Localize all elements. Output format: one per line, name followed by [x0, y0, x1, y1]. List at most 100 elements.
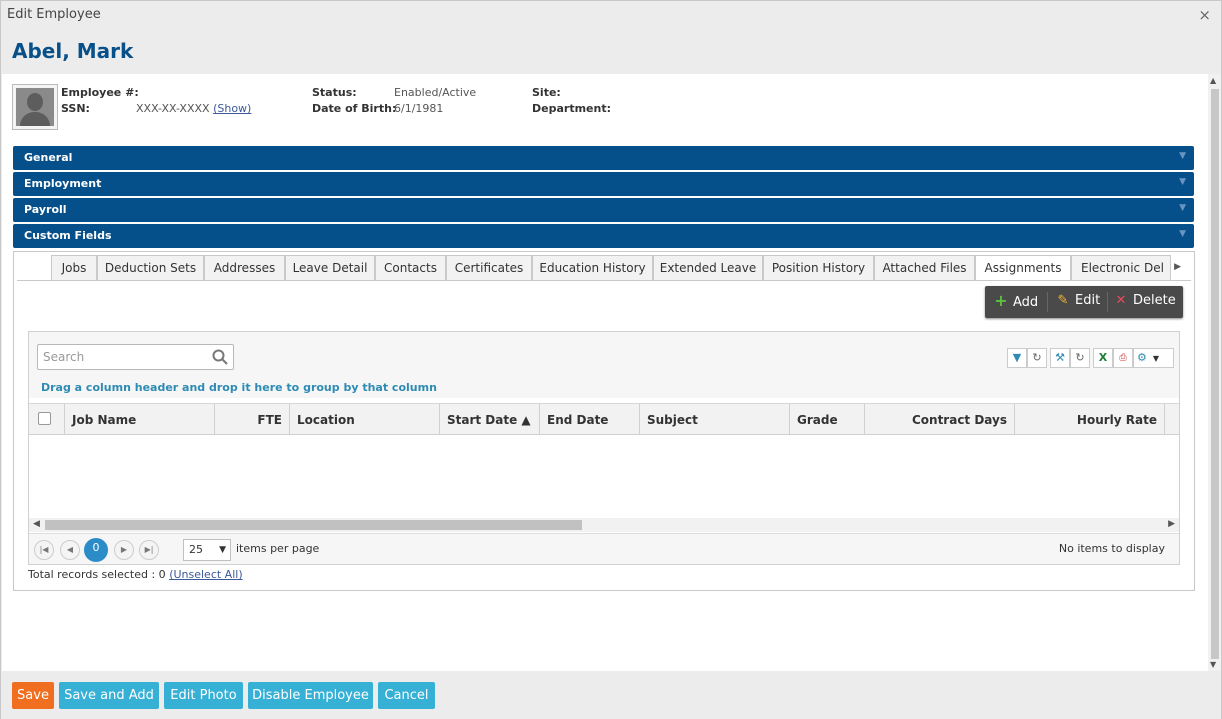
- ssn-label: SSN:: [61, 102, 90, 115]
- tab-extended-leave[interactable]: Extended Leave: [653, 255, 763, 281]
- tab-assignments[interactable]: Assignments: [975, 255, 1071, 281]
- tab-strip: Jobs Deduction Sets Addresses Leave Deta…: [51, 255, 1171, 281]
- tab-position-history[interactable]: Position History: [763, 255, 874, 281]
- grid-horizontal-scrollbar[interactable]: ◀ ▶: [29, 518, 1179, 532]
- section-payroll[interactable]: Payroll ▼: [13, 198, 1194, 222]
- tab-scroll-right-icon[interactable]: ▶: [1174, 262, 1181, 272]
- settings-gear-icon[interactable]: ⚙ ▼: [1133, 348, 1174, 368]
- scroll-down-icon[interactable]: ▼: [1210, 660, 1216, 669]
- cancel-button[interactable]: Cancel: [378, 682, 435, 709]
- column-contract-days[interactable]: Contract Days: [865, 404, 1015, 434]
- ssn-show-link[interactable]: (Show): [213, 102, 251, 115]
- tab-contacts[interactable]: Contacts: [375, 255, 446, 281]
- tab-leave-detail[interactable]: Leave Detail: [285, 255, 375, 281]
- close-icon[interactable]: ×: [1198, 6, 1211, 24]
- previous-page-icon[interactable]: ◀: [60, 540, 80, 560]
- tab-panel: Jobs Deduction Sets Addresses Leave Deta…: [13, 251, 1195, 591]
- edit-photo-button[interactable]: Edit Photo: [164, 682, 243, 709]
- section-general[interactable]: General ▼: [13, 146, 1194, 170]
- column-fte[interactable]: FTE: [215, 404, 290, 434]
- grid-toolbar: Drag a column header and drop it here to…: [29, 332, 1179, 398]
- records-selected-label: Total records selected : 0: [28, 568, 166, 581]
- search-input[interactable]: [38, 345, 208, 369]
- save-button[interactable]: Save: [12, 682, 54, 709]
- section-label: General: [24, 151, 73, 164]
- filter-icon[interactable]: ▼: [1007, 348, 1027, 368]
- assignments-tab-content: + Add ✎ Edit ✕ Delete Search Drag a colu…: [17, 280, 1191, 587]
- select-all-checkbox[interactable]: [38, 412, 51, 425]
- chevron-down-icon: ▼: [1179, 151, 1186, 161]
- pdf-export-icon[interactable]: ⎙: [1113, 348, 1133, 368]
- chevron-down-icon: ▼: [1152, 354, 1160, 363]
- select-all-cell: [29, 404, 65, 434]
- page-size-value: 25: [189, 543, 203, 556]
- dialog-titlebar: Edit Employee ×: [1, 1, 1221, 29]
- tab-education-history[interactable]: Education History: [532, 255, 653, 281]
- chevron-down-icon: ▼: [1179, 229, 1186, 239]
- column-hourly-rate[interactable]: Hourly Rate: [1015, 404, 1165, 434]
- first-page-icon[interactable]: |◀: [34, 540, 54, 560]
- section-label: Employment: [24, 177, 102, 190]
- disable-employee-button[interactable]: Disable Employee: [248, 682, 373, 709]
- tab-attached-files[interactable]: Attached Files: [874, 255, 975, 281]
- reset-layout-icon[interactable]: ↻: [1070, 348, 1090, 368]
- search-box: [37, 344, 234, 370]
- section-label: Payroll: [24, 203, 67, 216]
- dob-label: Date of Birth:: [312, 102, 397, 115]
- save-and-add-button[interactable]: Save and Add: [59, 682, 159, 709]
- group-by-hint: Drag a column header and drop it here to…: [41, 381, 437, 394]
- employee-info: Employee #: SSN: XXX-XX-XXXX (Show) Stat…: [2, 74, 702, 134]
- dialog-footer: Save Save and Add Edit Photo Disable Emp…: [1, 671, 1221, 719]
- grid-pager: |◀ ◀ 0 ▶ ▶| 25 ▼ items per page No items…: [29, 533, 1179, 564]
- scrollbar-thumb[interactable]: [1211, 89, 1219, 659]
- employee-name: Abel, Mark: [12, 39, 134, 63]
- edit-label: Edit: [1075, 293, 1101, 308]
- grid-header-row: Job Name FTE Location Start Date ▲ End D…: [29, 403, 1179, 435]
- tab-jobs[interactable]: Jobs: [51, 255, 97, 281]
- last-page-icon[interactable]: ▶|: [139, 540, 159, 560]
- scrollbar-thumb[interactable]: [45, 520, 582, 530]
- dob-value: 6/1/1981: [394, 102, 444, 115]
- add-button[interactable]: + Add: [993, 286, 1038, 318]
- section-custom-fields[interactable]: Custom Fields ▼: [13, 224, 1194, 248]
- scroll-up-icon[interactable]: ▲: [1210, 76, 1216, 85]
- delete-label: Delete: [1133, 293, 1176, 308]
- scroll-left-icon[interactable]: ◀: [33, 519, 40, 529]
- ssn-masked: XXX-XX-XXXX: [136, 102, 210, 115]
- unselect-all-link[interactable]: (Unselect All): [169, 568, 242, 581]
- status-label: Status:: [312, 86, 357, 99]
- current-page[interactable]: 0: [84, 538, 108, 562]
- records-selected: Total records selected : 0 (Unselect All…: [28, 568, 243, 581]
- chevron-down-icon: ▼: [1179, 203, 1186, 213]
- pencil-icon: ✎: [1057, 293, 1069, 308]
- chevron-down-icon: ▼: [219, 545, 226, 555]
- delete-button[interactable]: ✕ Delete: [1113, 286, 1176, 318]
- dialog-vertical-scrollbar[interactable]: ▲ ▼: [1208, 74, 1221, 671]
- column-subject[interactable]: Subject: [640, 404, 790, 434]
- column-location[interactable]: Location: [290, 404, 440, 434]
- grid-tool-icons: ▼ ↻ ⚒ ↻ X ⎙ ⚙ ▼: [1007, 348, 1174, 368]
- next-page-icon[interactable]: ▶: [114, 540, 134, 560]
- tab-electronic-delivery[interactable]: Electronic Del: [1071, 255, 1171, 281]
- assignments-grid: Drag a column header and drop it here to…: [28, 331, 1180, 565]
- excel-export-icon[interactable]: X: [1093, 348, 1113, 368]
- employee-number-label: Employee #:: [61, 86, 139, 99]
- scroll-right-icon[interactable]: ▶: [1168, 519, 1175, 529]
- refresh-filter-icon[interactable]: ↻: [1027, 348, 1047, 368]
- tab-certificates[interactable]: Certificates: [446, 255, 532, 281]
- column-start-date[interactable]: Start Date ▲: [440, 404, 540, 434]
- section-employment[interactable]: Employment ▼: [13, 172, 1194, 196]
- column-end-date[interactable]: End Date: [540, 404, 640, 434]
- page-size-select[interactable]: 25 ▼: [183, 539, 231, 561]
- department-label: Department:: [532, 102, 611, 115]
- tab-deduction-sets[interactable]: Deduction Sets: [97, 255, 204, 281]
- search-icon[interactable]: [211, 348, 229, 366]
- dialog-title: Edit Employee: [7, 7, 101, 22]
- wrench-icon[interactable]: ⚒: [1050, 348, 1070, 368]
- column-job-name[interactable]: Job Name: [65, 404, 215, 434]
- column-grade[interactable]: Grade: [790, 404, 865, 434]
- site-label: Site:: [532, 86, 561, 99]
- edit-button[interactable]: ✎ Edit: [1055, 286, 1101, 318]
- delete-x-icon: ✕: [1115, 293, 1127, 308]
- tab-addresses[interactable]: Addresses: [204, 255, 285, 281]
